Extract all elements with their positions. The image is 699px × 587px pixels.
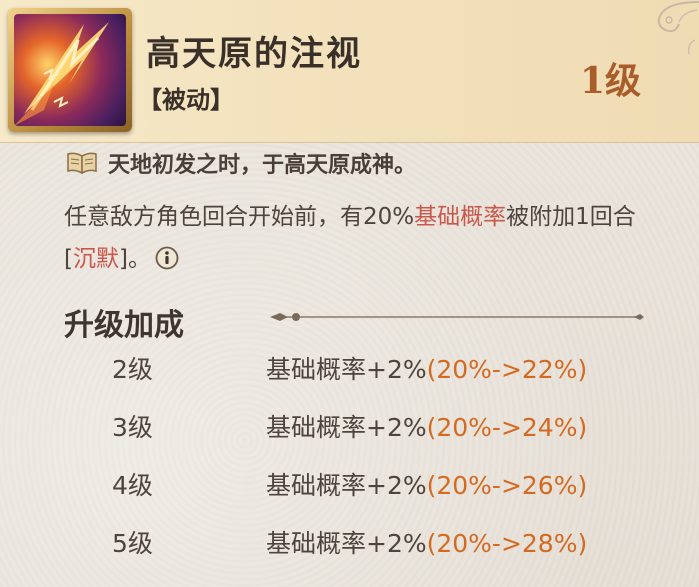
flavor-text: 天地初发之时，于高天原成神。 (108, 152, 417, 178)
flavor-row: 天地初发之时，于高天原成神。 (66, 146, 416, 180)
description-text: 任意敌方角色回合开始前，有20% (64, 204, 415, 230)
level-name: 2级 (112, 355, 153, 384)
level-effect: 基础概率+2%(20%->26%) (266, 471, 588, 500)
level-row: 2级 基础概率+2%(20%->22%) (0, 344, 699, 402)
level-row: 4级 基础概率+2%(20%->26%) (0, 460, 699, 518)
level-row: 3级 基础概率+2%(20%->24%) (0, 402, 699, 460)
ornament-divider (270, 313, 644, 321)
skill-tooltip-panel: 高天原的注视 【被动】 1级 天地初发之时，于高天原成神。 任意敌方角色回合开始… (0, 0, 699, 587)
level-effect: 基础概率+2%(20%->24%) (266, 413, 588, 442)
keyword-silence[interactable]: 沉默 (73, 246, 119, 272)
skill-icon-frame (8, 8, 132, 132)
level-range: (20%->26%) (426, 471, 588, 500)
level-range: (20%->28%) (426, 529, 588, 558)
skill-header: 高天原的注视 【被动】 1级 (0, 0, 699, 143)
book-icon (67, 152, 97, 175)
level-range: (20%->22%) (426, 355, 588, 384)
upgrade-levels: 2级 基础概率+2%(20%->22%) 3级 基础概率+2%(20%->24%… (0, 344, 699, 576)
level-name: 4级 (112, 471, 153, 500)
level-name: 5级 (112, 529, 153, 558)
lightning-spear-icon (14, 14, 126, 126)
skill-type: 【被动】 (138, 85, 234, 114)
skill-name: 高天原的注视 (146, 34, 362, 74)
info-icon[interactable] (155, 246, 179, 270)
keyword-base-chance[interactable]: 基础概率 (414, 204, 506, 230)
corner-ornament-icon (657, 1, 699, 55)
level-effect: 基础概率+2%(20%->28%) (266, 529, 588, 558)
skill-description: 任意敌方角色回合开始前，有20%基础概率被附加1回合[沉默]。 (64, 196, 664, 280)
description-text: ]。 (118, 246, 151, 272)
level-effect: 基础概率+2%(20%->22%) (266, 355, 588, 384)
upgrade-title: 升级加成 (64, 308, 184, 343)
level-name: 3级 (112, 413, 153, 442)
level-range: (20%->24%) (426, 413, 588, 442)
level-row: 5级 基础概率+2%(20%->28%) (0, 518, 699, 576)
skill-level: 1级 (579, 60, 641, 102)
